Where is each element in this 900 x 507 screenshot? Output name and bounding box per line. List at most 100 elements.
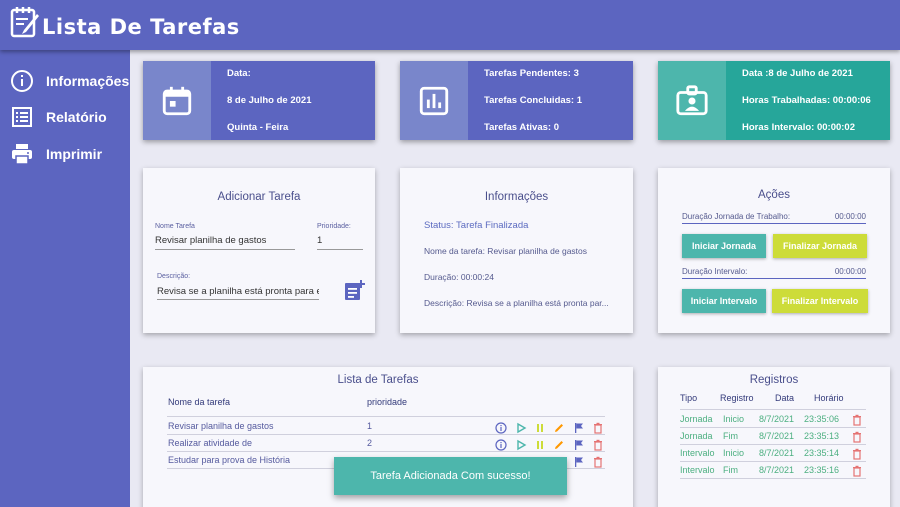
col-priority: prioridade [367, 397, 408, 407]
task-list-title: Lista de Tarefas [337, 374, 419, 386]
printer-icon [12, 144, 32, 165]
sidebar-item-label: Relatório [46, 109, 107, 125]
info-card: Informações Status: Tarefa Finalizada No… [400, 168, 633, 333]
info-icon[interactable] [495, 421, 507, 434]
task-name-cell: Revisar planilha de gastos [168, 421, 274, 431]
col-tipo: Tipo [680, 393, 698, 403]
info-icon[interactable] [495, 438, 507, 451]
sidebar-item-relatorio[interactable]: Relatório [10, 104, 107, 130]
break-duration-value: 00:00:00 [834, 267, 866, 276]
trash-icon[interactable] [851, 447, 863, 460]
sidebar-item-imprimir[interactable]: Imprimir [10, 141, 102, 167]
play-icon[interactable] [515, 421, 527, 434]
task-name-cell: Realizar atividade de [168, 438, 253, 448]
record-horario: 23:35:14 [804, 448, 840, 458]
info-description: Descrição: Revisa se a planilha está pro… [424, 298, 609, 308]
end-break-button[interactable]: Finalizar Intervalo [772, 289, 868, 313]
break-duration-row: Duração Intervalo: 00:00:00 [682, 267, 866, 279]
sidebar-item-informacoes[interactable]: Informações [10, 68, 129, 94]
tasks-stat-card: Tarefas Pendentes: 3 Tarefas Concluidas:… [400, 61, 633, 140]
id-badge-icon [676, 84, 708, 115]
trash-icon[interactable] [592, 438, 604, 451]
work-duration-value: 00:00:00 [834, 212, 866, 221]
play-icon[interactable] [515, 438, 527, 451]
info-duration: Duração: 00:00:24 [424, 272, 494, 282]
date-stat-card: Data: 8 de Julho de 2021 Quinta - Feira [143, 61, 375, 140]
trash-icon[interactable] [592, 421, 604, 434]
record-registro: Fim [723, 465, 738, 475]
flag-icon[interactable] [573, 421, 585, 433]
record-tipo: Intervalo [680, 448, 715, 458]
info-status: Status: Tarefa Finalizada [424, 220, 529, 231]
app-title: Lista De Tarefas [42, 15, 240, 39]
record-horario: 23:35:06 [804, 414, 840, 424]
task-name-input[interactable]: Revisar planilha de gastos [155, 235, 295, 246]
col-registro: Registro [720, 393, 754, 403]
trash-icon[interactable] [851, 413, 863, 426]
active-tasks: Tarefas Ativas: 0 [484, 122, 559, 133]
records-title: Registros [749, 374, 799, 386]
priority-input[interactable]: 1 [317, 235, 363, 246]
break-duration-label: Duração Intervalo: [682, 267, 748, 276]
app-header: Lista De Tarefas [0, 0, 900, 50]
record-data: 8/7/2021 [759, 448, 795, 458]
trash-icon[interactable] [851, 464, 863, 477]
success-toast: Tarefa Adicionada Com sucesso! [334, 457, 567, 495]
hours-worked: Horas Trabalhadas: 00:00:06 [742, 95, 871, 106]
record-data: 8/7/2021 [759, 414, 795, 424]
sidebar-item-label: Informações [46, 73, 130, 89]
task-name-cell: Estudar para prova de História [168, 455, 291, 465]
end-work-button[interactable]: Finalizar Jornada [773, 234, 867, 258]
hours-date: Data :8 de Julho de 2021 [742, 68, 853, 79]
description-label: Descrição: [157, 273, 191, 280]
playlist-add-icon[interactable] [343, 278, 367, 302]
records-card: Registros Tipo Registro Data Horário Jor… [658, 367, 890, 507]
pending-tasks: Tarefas Pendentes: 3 [484, 68, 579, 79]
work-duration-row: Duração Jornada de Trabalho: 00:00:00 [682, 212, 866, 224]
record-tipo: Jornada [680, 431, 713, 441]
col-data: Data [775, 393, 795, 403]
record-horario: 23:35:13 [804, 431, 840, 441]
record-registro: Fim [723, 431, 738, 441]
edit-icon[interactable] [553, 421, 565, 433]
actions-title: Ações [758, 189, 790, 201]
add-task-title: Adicionar Tarefa [217, 191, 301, 203]
pause-icon[interactable] [534, 438, 546, 450]
record-tipo: Jornada [680, 414, 713, 424]
flag-icon[interactable] [573, 438, 585, 450]
sidebar: Informações Relatório Imprimir [0, 50, 130, 507]
col-task-name: Nome da tarefa [168, 397, 231, 407]
col-horario: Horário [814, 393, 844, 403]
start-break-button[interactable]: Iniciar Intervalo [682, 289, 766, 313]
info-title: Informações [484, 191, 549, 203]
list-icon [12, 107, 32, 127]
trash-icon[interactable] [851, 430, 863, 443]
hours-stat-card: Data :8 de Julho de 2021 Horas Trabalhad… [658, 61, 890, 140]
pause-icon[interactable] [534, 421, 546, 433]
actions-card: Ações Duração Jornada de Trabalho: 00:00… [658, 168, 890, 333]
bar-chart-icon [419, 86, 449, 115]
start-work-button[interactable]: Iniciar Jornada [682, 234, 766, 258]
weekday-value: Quinta - Feira [227, 122, 289, 133]
calendar-icon [162, 86, 192, 115]
work-duration-label: Duração Jornada de Trabalho: [682, 212, 791, 221]
flag-icon[interactable] [573, 455, 585, 467]
record-tipo: Intervalo [680, 465, 715, 475]
record-registro: Inicio [723, 448, 745, 458]
info-task-name: Nome da tarefa: Revisar planilha de gast… [424, 246, 588, 256]
sidebar-item-label: Imprimir [46, 146, 103, 162]
task-priority-cell: 1 [367, 421, 373, 431]
hours-break: Horas Intervalo: 00:00:02 [742, 122, 855, 133]
record-data: 8/7/2021 [759, 465, 795, 475]
description-input[interactable]: Revisa se a planilha está pronta para er [157, 286, 319, 297]
add-task-card: Adicionar Tarefa Nome Tarefa Revisar pla… [143, 168, 375, 333]
task-name-label: Nome Tarefa [155, 223, 195, 230]
task-priority-cell: 2 [367, 438, 373, 448]
date-value: 8 de Julho de 2021 [227, 95, 312, 106]
date-label: Data: [227, 68, 251, 79]
record-data: 8/7/2021 [759, 431, 795, 441]
completed-tasks: Tarefas Concluidas: 1 [484, 95, 583, 106]
trash-icon[interactable] [592, 455, 604, 468]
edit-icon[interactable] [553, 438, 565, 450]
priority-label: Prioridade: [317, 223, 351, 230]
